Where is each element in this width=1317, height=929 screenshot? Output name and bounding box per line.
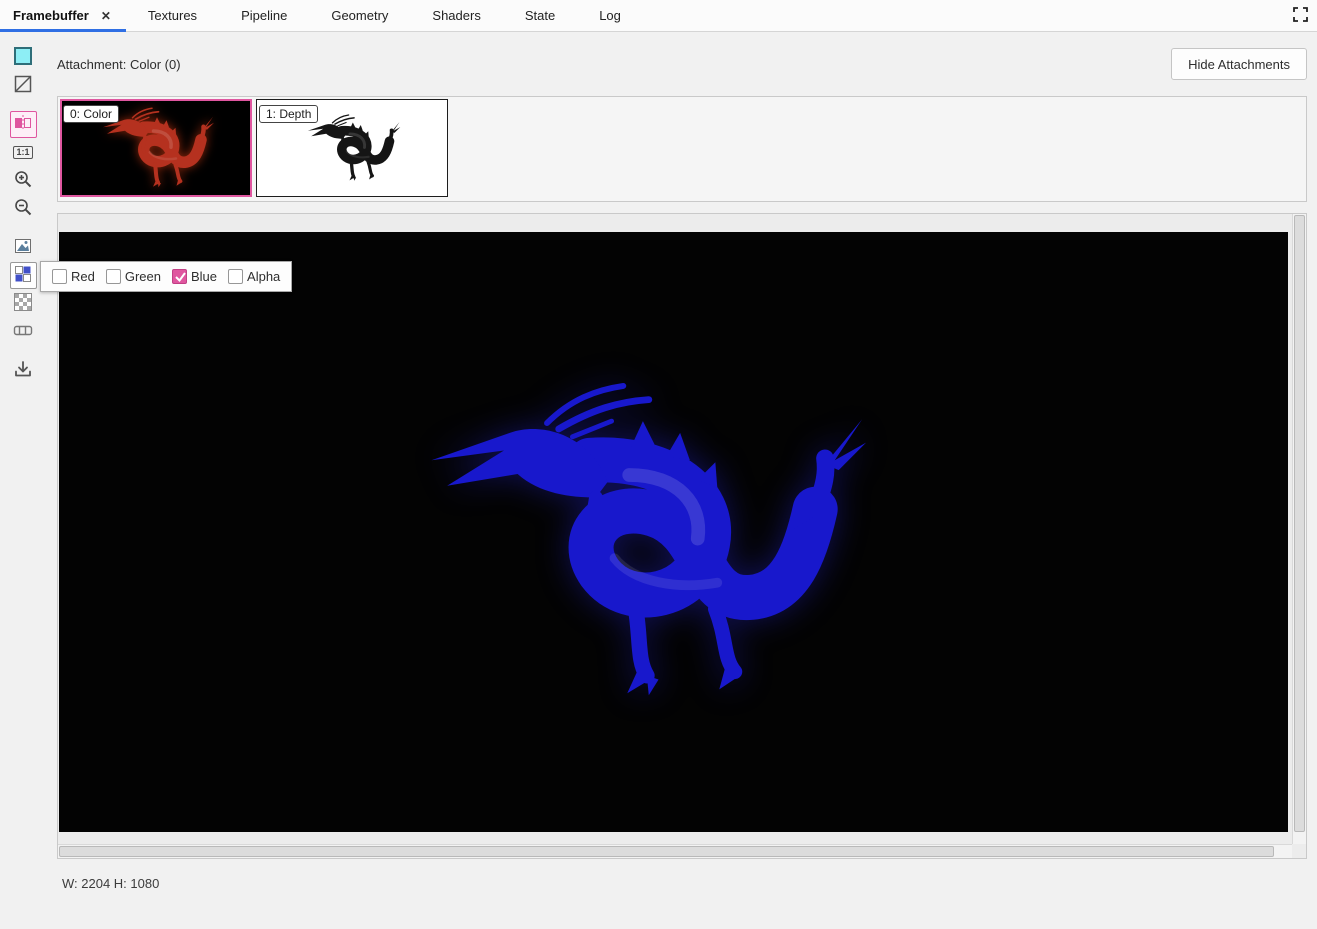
actual-size-button[interactable]: 1:1 <box>10 139 37 166</box>
hide-attachments-button[interactable]: Hide Attachments <box>1171 48 1307 80</box>
image-dimensions-label: W: 2204 H: 1080 <box>62 876 159 891</box>
framebuffer-viewer-window: Framebuffer ✕ Textures Pipeline Geometry… <box>0 0 1317 929</box>
checkbox-checked-icon <box>172 269 187 284</box>
checkbox-icon <box>106 269 121 284</box>
fit-image-button[interactable] <box>10 234 37 261</box>
horizontal-scrollbar-thumb[interactable] <box>59 846 1274 857</box>
channel-green-checkbox[interactable]: Green <box>106 269 161 284</box>
attachment-badge: 1: Depth <box>259 105 318 123</box>
range-button[interactable] <box>10 318 37 345</box>
tab-geometry[interactable]: Geometry <box>309 0 410 31</box>
dragon-render-blue <box>404 382 874 705</box>
checkbox-icon <box>228 269 243 284</box>
checkerboard-button[interactable] <box>10 290 37 317</box>
tab-shaders[interactable]: Shaders <box>410 0 502 31</box>
flip-image-button[interactable] <box>10 111 37 138</box>
dragon-preview-depth <box>302 114 402 183</box>
channel-red-checkbox[interactable]: Red <box>52 269 95 284</box>
zoom-in-button[interactable] <box>10 167 37 194</box>
tab-framebuffer-label: Framebuffer <box>13 8 89 23</box>
tab-log[interactable]: Log <box>577 0 643 31</box>
attachment-thumb-depth[interactable]: 1: Depth <box>256 99 448 197</box>
save-image-button[interactable] <box>10 357 37 384</box>
color-swatch-icon <box>13 46 33 69</box>
horizontal-scrollbar[interactable] <box>58 844 1292 858</box>
tab-pipeline[interactable]: Pipeline <box>219 0 309 31</box>
zoom-in-icon <box>13 169 33 192</box>
close-tab-icon[interactable]: ✕ <box>99 8 113 24</box>
zoom-out-button[interactable] <box>10 195 37 222</box>
transparent-background-button[interactable] <box>10 72 37 99</box>
tab-framebuffer[interactable]: Framebuffer ✕ <box>0 0 126 31</box>
attachment-label: Attachment: Color (0) <box>57 57 181 72</box>
vertical-scrollbar[interactable] <box>1292 214 1306 844</box>
background-color-button[interactable] <box>10 44 37 71</box>
channel-alpha-checkbox[interactable]: Alpha <box>228 269 280 284</box>
status-bar: W: 2204 H: 1080 <box>62 876 159 891</box>
picture-icon <box>13 236 33 259</box>
flip-horizontal-icon <box>13 113 33 136</box>
checkerboard-icon <box>14 293 32 314</box>
fullscreen-icon <box>1292 6 1309 26</box>
zoom-out-icon <box>13 197 33 220</box>
vertical-scrollbar-thumb[interactable] <box>1294 215 1305 832</box>
fullscreen-button[interactable] <box>1284 0 1317 31</box>
tab-state[interactable]: State <box>503 0 577 31</box>
one-to-one-icon: 1:1 <box>13 146 32 160</box>
framebuffer-image[interactable] <box>59 232 1288 832</box>
attachments-header: Attachment: Color (0) Hide Attachments <box>57 48 1307 80</box>
left-toolbar: 1:1 <box>0 32 46 929</box>
tab-textures[interactable]: Textures <box>126 0 219 31</box>
download-icon <box>13 359 33 382</box>
attachment-thumb-color[interactable]: 0: Color <box>60 99 252 197</box>
diagonal-square-icon <box>13 74 33 97</box>
range-slider-icon <box>13 320 33 343</box>
rgba-grid-icon <box>13 264 33 287</box>
attachments-strip: 0: Color 1: Depth <box>57 96 1307 202</box>
checkbox-icon <box>52 269 67 284</box>
image-viewer <box>57 213 1307 859</box>
tab-bar: Framebuffer ✕ Textures Pipeline Geometry… <box>0 0 1317 32</box>
attachment-badge: 0: Color <box>63 105 119 123</box>
channel-blue-checkbox[interactable]: Blue <box>172 269 217 284</box>
channels-button[interactable] <box>10 262 37 289</box>
channel-toggle-bar: Red Green Blue Alpha <box>40 261 292 292</box>
